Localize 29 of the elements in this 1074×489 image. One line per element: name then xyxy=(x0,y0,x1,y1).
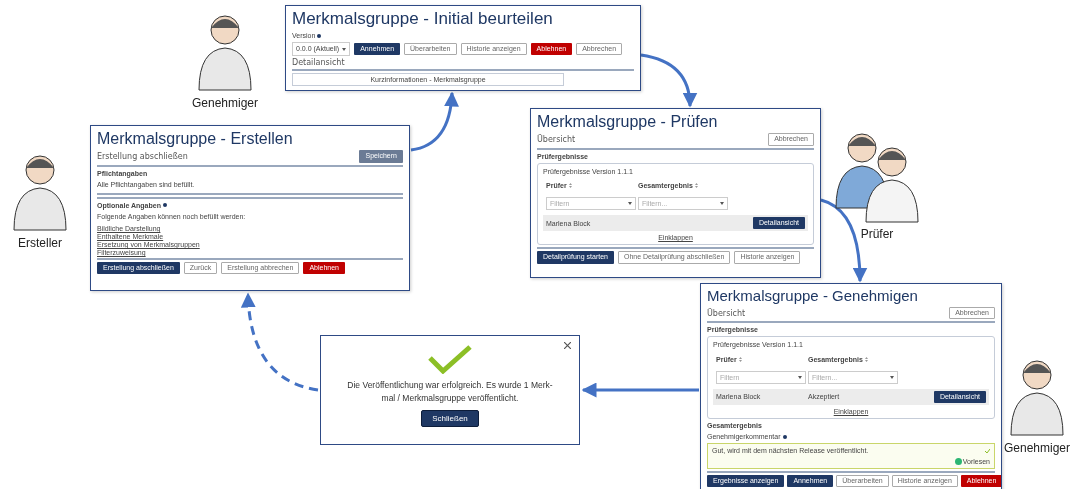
role-label: Ersteller xyxy=(18,236,62,250)
check-icon xyxy=(985,448,990,453)
sort-icon[interactable] xyxy=(694,182,698,188)
assistant-icon[interactable] xyxy=(954,457,962,465)
close-icon[interactable] xyxy=(564,342,571,349)
sort-icon[interactable] xyxy=(568,182,572,188)
role-label: Genehmiger xyxy=(192,96,259,110)
panel-title: Merkmalsgruppe - Erstellen xyxy=(97,129,294,149)
info-icon xyxy=(317,33,322,38)
panel-title: Merkmalsgruppe - Prüfen xyxy=(537,112,719,132)
arrow xyxy=(410,91,459,152)
caret-icon xyxy=(890,375,894,379)
info-icon xyxy=(162,203,167,208)
sort-icon[interactable] xyxy=(864,356,868,362)
info-icon xyxy=(782,434,787,439)
role-label: Prüfer xyxy=(860,227,894,241)
sort-icon[interactable] xyxy=(738,356,742,362)
caret-icon xyxy=(798,375,802,379)
arrow xyxy=(640,53,697,108)
checkmark-icon xyxy=(427,344,473,374)
role-label: Genehmiger xyxy=(1004,441,1071,455)
panel-title: Merkmalsgruppe - Initial beurteilen xyxy=(292,9,554,30)
close-button[interactable]: Schließen xyxy=(421,409,479,427)
section-title: Detailansicht xyxy=(292,57,346,67)
success-message: Die Veröffentlichung war erfolgreich. Es wurde 1 Merk- mal / Merkmalsgruppe veröffentlicht. xyxy=(347,379,553,405)
caret-icon xyxy=(342,47,347,51)
caret-icon xyxy=(628,201,632,205)
panel-title: Merkmalsgruppe - Genehmigen xyxy=(707,287,919,305)
caret-icon xyxy=(720,201,724,205)
